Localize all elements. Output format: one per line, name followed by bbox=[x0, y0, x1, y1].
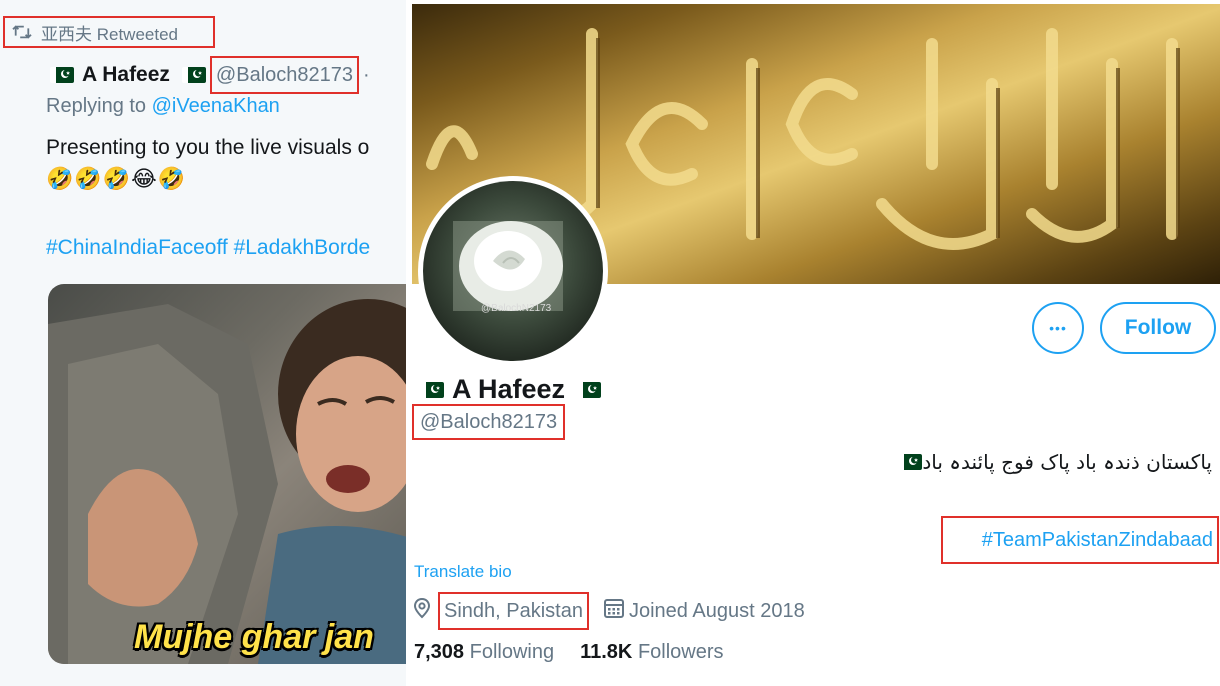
pakistan-flag-icon bbox=[50, 67, 74, 83]
avatar-image: @BalochN2173 bbox=[423, 181, 603, 361]
tweet-panel: 亚西夫 Retweeted A Hafeez @Baloch82173 · Re… bbox=[0, 0, 406, 686]
bio-urdu-text: پاکستان ذندہ باد پاک فوج پائندہ باد bbox=[922, 450, 1212, 474]
tweet-text: Presenting to you the live visuals o bbox=[46, 136, 370, 159]
profile-bio: پاکستان ذندہ باد پاک فوج پائندہ باد bbox=[894, 450, 1212, 474]
joined-date: Joined August 2018 bbox=[628, 599, 805, 622]
meme-illustration bbox=[48, 299, 406, 664]
profile-avatar[interactable]: @BalochN2173 bbox=[418, 176, 608, 366]
followers-count: 11.8K bbox=[580, 641, 633, 663]
pakistan-flag-icon bbox=[181, 67, 206, 83]
retweet-icon bbox=[12, 25, 32, 39]
handle-separator: · bbox=[363, 63, 370, 86]
following-label: Following bbox=[469, 641, 555, 663]
replying-prefix: Replying to bbox=[46, 95, 152, 117]
replying-to-mention[interactable]: @iVeenaKhan bbox=[152, 95, 280, 117]
tweet-emojis: 🤣🤣🤣😂🤣 bbox=[46, 166, 187, 191]
retweet-context[interactable]: 亚西夫 Retweeted bbox=[3, 16, 215, 48]
location-pin-icon bbox=[412, 597, 432, 625]
followers-stat[interactable]: 11.8K Followers bbox=[580, 641, 723, 663]
following-count: 7,308 bbox=[414, 641, 465, 663]
profile-meta-row: Sindh, Pakistan Joined August 2018 bbox=[412, 592, 805, 630]
profile-stats: 7,308 Following 11.8K Followers bbox=[414, 641, 724, 664]
white-rose-icon bbox=[453, 221, 563, 311]
retweeted-by-label: 亚西夫 Retweeted bbox=[41, 24, 178, 44]
tweet-hashtags[interactable]: #ChinaIndiaFaceoff #LadakhBorde bbox=[46, 236, 370, 260]
tweet-author-handle[interactable]: @Baloch82173 bbox=[209, 56, 359, 94]
profile-joined: Joined August 2018 bbox=[603, 597, 805, 625]
profile-display-name: A Hafeez bbox=[452, 374, 566, 404]
pakistan-flag-icon bbox=[420, 381, 444, 398]
translate-bio-link[interactable]: Translate bio bbox=[414, 562, 512, 582]
profile-panel: @BalochN2173 ••• Follow A Hafeez @Baloch… bbox=[406, 0, 1220, 686]
replying-to-row: Replying to @iVeenaKhan bbox=[46, 95, 280, 118]
avatar-watermark: @BalochN2173 bbox=[481, 303, 552, 314]
tweet-author-name[interactable]: A Hafeez bbox=[82, 63, 170, 87]
follow-button[interactable]: Follow bbox=[1100, 302, 1216, 354]
following-stat[interactable]: 7,308 Following bbox=[414, 641, 554, 663]
tweet-media-image[interactable]: Mujhe ghar jan bbox=[48, 284, 406, 664]
meme-caption: Mujhe ghar jan bbox=[134, 618, 374, 656]
profile-location: Sindh, Pakistan bbox=[438, 592, 589, 630]
bio-hashtag-link[interactable]: #TeamPakistanZindabaad bbox=[941, 516, 1219, 564]
followers-label: Followers bbox=[637, 641, 724, 663]
tweet-author-row: A Hafeez @Baloch82173 · bbox=[50, 56, 370, 94]
profile-name-row: A Hafeez bbox=[420, 374, 609, 405]
profile-handle: @Baloch82173 bbox=[412, 404, 566, 440]
calendar-icon bbox=[603, 597, 625, 625]
more-options-icon: ••• bbox=[1049, 320, 1067, 336]
pakistan-flag-icon bbox=[577, 381, 602, 398]
pakistan-flag-icon bbox=[898, 454, 923, 470]
more-options-button[interactable]: ••• bbox=[1032, 302, 1084, 354]
